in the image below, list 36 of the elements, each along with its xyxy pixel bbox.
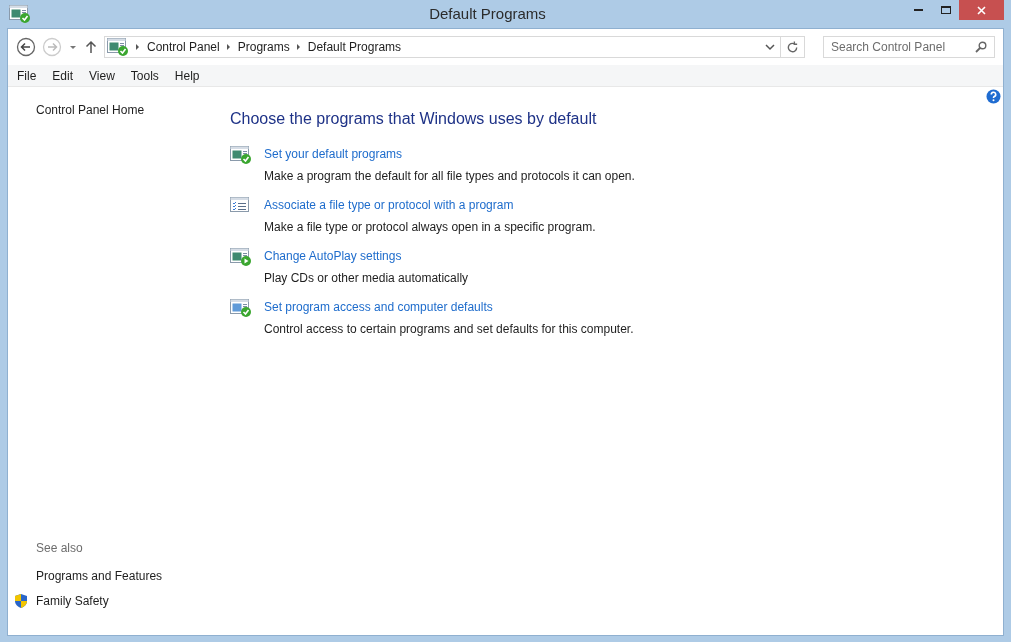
see-also-heading: See also bbox=[36, 540, 84, 557]
task-description: Control access to certain programs and set defaults for this computer. bbox=[264, 321, 634, 338]
program-check-icon bbox=[230, 145, 252, 165]
task-description: Make a file type or protocol always open in a specific program. bbox=[264, 219, 596, 236]
window-title: Default Programs bbox=[428, 3, 547, 24]
control-panel-icon bbox=[107, 37, 129, 57]
close-icon bbox=[977, 5, 986, 15]
task-link[interactable]: Set program access and computer defaults bbox=[264, 298, 634, 316]
page-heading: Choose the programs that Windows uses by default bbox=[230, 109, 598, 129]
task-link[interactable]: Change AutoPlay settings bbox=[264, 247, 469, 265]
play-icon bbox=[230, 247, 252, 267]
control-panel-icon bbox=[9, 4, 31, 24]
sidebar-link[interactable]: Control Panel Home bbox=[36, 101, 222, 119]
see-also-link[interactable]: Programs and Features bbox=[36, 567, 163, 585]
menu-item[interactable]: Help bbox=[166, 66, 208, 85]
program-check-icon bbox=[230, 298, 252, 318]
refresh-icon[interactable] bbox=[786, 40, 799, 54]
back-icon[interactable] bbox=[16, 37, 36, 57]
menu-item[interactable]: File bbox=[9, 66, 45, 85]
shield-icon bbox=[14, 593, 28, 609]
task-link[interactable]: Associate a file type or protocol with a program bbox=[264, 196, 596, 214]
breadcrumb-item[interactable]: Programs bbox=[237, 38, 290, 56]
up-arrow-icon[interactable] bbox=[84, 39, 98, 55]
search-field[interactable]: Search Control Panel bbox=[823, 36, 995, 58]
task-link[interactable]: Set your default programs bbox=[264, 145, 635, 163]
address-bar[interactable]: Control Panel Programs Default Programs bbox=[104, 36, 805, 58]
menu-item[interactable]: View bbox=[81, 66, 123, 85]
breadcrumb-item[interactable]: Control Panel bbox=[147, 38, 220, 56]
task-description: Play CDs or other media automatically bbox=[264, 270, 469, 287]
menu-item[interactable]: Tools bbox=[122, 66, 167, 85]
task-description: Make a program the default for all file types and protocols it can open. bbox=[264, 168, 635, 185]
breadcrumb-item[interactable]: Default Programs bbox=[307, 38, 402, 56]
help-icon[interactable] bbox=[986, 89, 1001, 104]
search-icon bbox=[975, 41, 987, 53]
menu-item[interactable]: Edit bbox=[44, 66, 82, 85]
see-also-link[interactable]: Family Safety bbox=[36, 592, 109, 610]
